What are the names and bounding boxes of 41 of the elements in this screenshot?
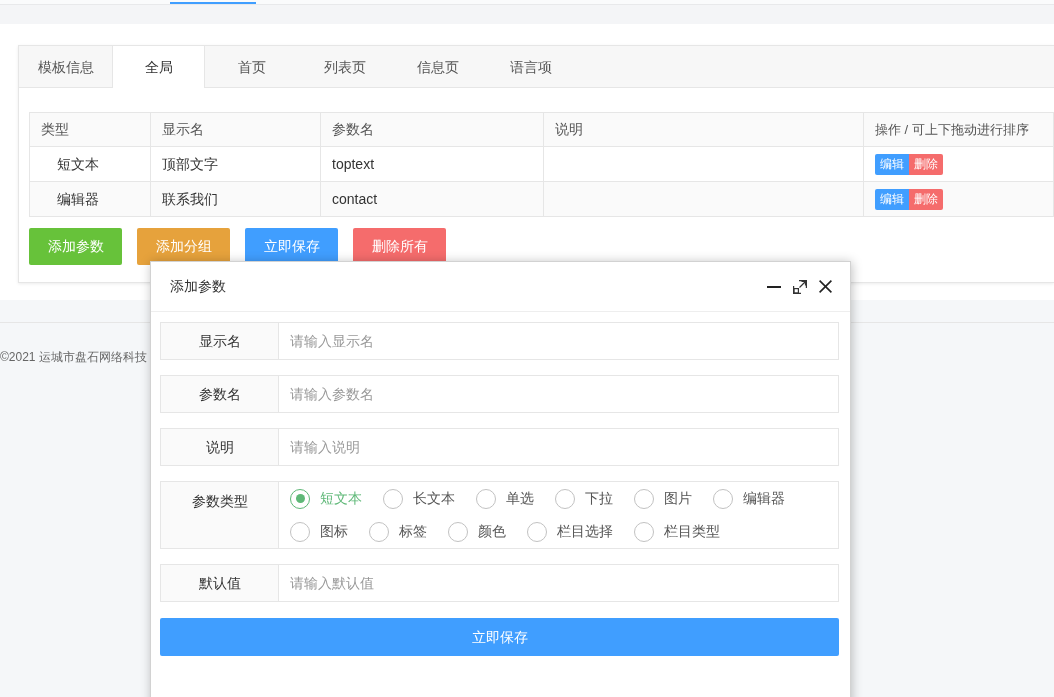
column-header: 说明 bbox=[555, 120, 583, 139]
column-header: 操作 / 可上下拖动进行排序 bbox=[875, 120, 1029, 139]
tab[interactable]: 全局 bbox=[112, 46, 205, 88]
tab[interactable]: 语言项 bbox=[484, 46, 577, 88]
tab[interactable]: 首页 bbox=[205, 46, 298, 88]
maximize-icon[interactable] bbox=[793, 279, 807, 294]
field-label: 参数名 bbox=[198, 384, 241, 404]
radio-option[interactable]: 图标 bbox=[290, 515, 348, 548]
table-cell-text: 短文本 bbox=[57, 154, 99, 174]
table-cell-text: toptext bbox=[332, 154, 375, 174]
radio-option[interactable]: 单选 bbox=[476, 482, 534, 515]
radio-option[interactable]: 长文本 bbox=[383, 482, 455, 515]
dialog-title: 添加参数 bbox=[170, 277, 226, 296]
input-field[interactable]: 请输入默认值 bbox=[279, 564, 839, 602]
column-header: 类型 bbox=[41, 120, 69, 139]
table-cell-text: contact bbox=[332, 189, 378, 209]
table-cell-text: 联系我们 bbox=[162, 189, 218, 209]
tab[interactable]: 模板信息 bbox=[19, 46, 112, 88]
input-field[interactable]: 请输入说明 bbox=[279, 428, 839, 466]
radio-option[interactable]: 编辑器 bbox=[713, 482, 785, 515]
tab[interactable]: 列表页 bbox=[298, 46, 391, 88]
radio-option[interactable]: 栏目类型 bbox=[634, 515, 720, 548]
radio-option[interactable]: 栏目选择 bbox=[527, 515, 613, 548]
copyright-text: ©2021 运城市盘石网络科技 bbox=[0, 350, 147, 364]
field-label: 说明 bbox=[205, 437, 234, 457]
input-field[interactable]: 请输入显示名 bbox=[279, 322, 839, 360]
tab[interactable]: 信息页 bbox=[391, 46, 484, 88]
table-cell-text: 编辑器 bbox=[57, 189, 99, 209]
field-label: 显示名 bbox=[198, 331, 241, 351]
radio-option[interactable]: 图片 bbox=[634, 482, 692, 515]
input-field[interactable]: 请输入参数名 bbox=[279, 375, 839, 413]
field-label: 参数类型 bbox=[191, 492, 248, 511]
column-header: 显示名 bbox=[162, 120, 204, 139]
minimize-icon[interactable] bbox=[767, 285, 781, 288]
radio-option[interactable]: 标签 bbox=[369, 515, 427, 548]
field-label: 默认值 bbox=[198, 573, 241, 593]
table-cell-text: 顶部文字 bbox=[162, 154, 218, 174]
column-header: 参数名 bbox=[332, 120, 374, 139]
radio-option[interactable]: 颜色 bbox=[448, 515, 506, 548]
close-icon[interactable] bbox=[819, 280, 832, 293]
radio-option[interactable]: 下拉 bbox=[555, 482, 613, 515]
